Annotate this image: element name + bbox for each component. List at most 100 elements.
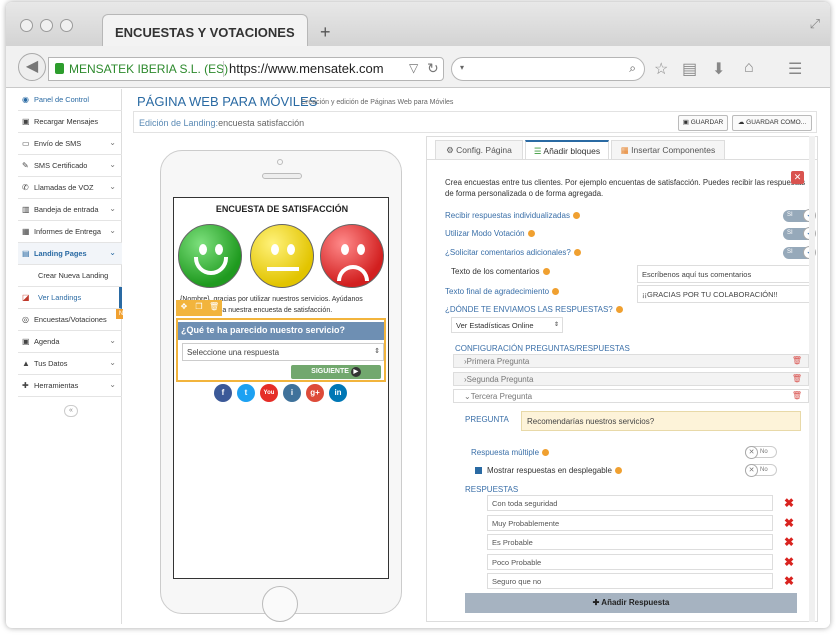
- save-button[interactable]: ▣ GUARDAR: [678, 115, 728, 131]
- collapse-sidebar-button[interactable]: «: [64, 405, 78, 417]
- sidebar-item-certificado[interactable]: ✎ SMS Certificado ⌄: [18, 155, 122, 177]
- sidebar-item-agenda[interactable]: ▣ Agenda ⌄: [18, 331, 122, 353]
- copy-icon[interactable]: ❐: [194, 302, 204, 313]
- help-icon[interactable]: [542, 268, 550, 276]
- close-window-button[interactable]: [20, 19, 33, 32]
- panel-scrollbar[interactable]: [809, 136, 815, 622]
- home-button-icon: [262, 586, 298, 622]
- tab-divider: [427, 159, 817, 160]
- new-tab-button[interactable]: +: [320, 22, 331, 43]
- sidebar-item-recargar[interactable]: ▣ Recargar Mensajes: [18, 111, 122, 133]
- dropdown-icon[interactable]: ▽: [409, 61, 418, 75]
- facebook-icon[interactable]: f: [214, 384, 232, 402]
- help-icon[interactable]: [572, 212, 580, 220]
- chevron-down-icon: ⌄: [109, 160, 116, 169]
- youtube-icon[interactable]: You: [260, 384, 278, 402]
- delete-answer-icon[interactable]: ✖: [784, 555, 794, 569]
- trash-icon[interactable]: 🗑: [792, 391, 802, 400]
- sidebar-item-herramientas[interactable]: ✚ Herramientas ⌄: [18, 375, 122, 397]
- option-vote-mode: Utilizar Modo Votación: [445, 229, 535, 238]
- dropdown-checkbox[interactable]: [475, 467, 482, 474]
- sidebar-item-voz[interactable]: ✆ Llamadas de VOZ ⌄: [18, 177, 122, 199]
- delete-answer-icon[interactable]: ✖: [784, 496, 794, 510]
- move-icon[interactable]: ✥: [179, 302, 189, 313]
- answer-input[interactable]: Con toda seguridad: [487, 495, 773, 511]
- answer-select[interactable]: Seleccione una respuesta ⇕: [182, 343, 384, 361]
- toggle-label: No: [760, 449, 768, 455]
- sidebar-item-panel[interactable]: ◉ Panel de Control: [18, 89, 122, 111]
- bookmark-star-icon[interactable]: ☆: [654, 59, 668, 79]
- back-button[interactable]: ◀: [18, 53, 46, 81]
- tab-insertar-componentes[interactable]: ▦ Insertar Componentes: [611, 140, 725, 159]
- comments-input[interactable]: Escríbenos aquí tus comentarios: [637, 265, 811, 283]
- delete-answer-icon[interactable]: ✖: [784, 574, 794, 588]
- accordion-question-2[interactable]: ›Segunda Pregunta 🗑: [453, 372, 809, 386]
- maximize-window-button[interactable]: [60, 19, 73, 32]
- mouth: [267, 267, 299, 271]
- multiple-toggle[interactable]: ✕ No: [745, 446, 777, 459]
- accordion-question-3[interactable]: ⌄Tercera Pregunta 🗑: [453, 389, 809, 403]
- thanks-input[interactable]: ¡¡GRACIAS POR TU COLABORACIÓN!!: [637, 285, 811, 303]
- sidebar-item-informes[interactable]: ▦ Informes de Entrega ⌄: [18, 221, 122, 243]
- help-icon[interactable]: [573, 249, 581, 257]
- help-icon[interactable]: [615, 306, 623, 314]
- reload-icon[interactable]: ↻: [427, 60, 439, 77]
- delete-answer-icon[interactable]: ✖: [784, 535, 794, 549]
- bookmarks-icon[interactable]: ▤: [682, 59, 697, 79]
- search-icon[interactable]: ⌕: [629, 61, 636, 76]
- neutral-face-icon[interactable]: [250, 224, 314, 288]
- trash-icon[interactable]: 🗑: [209, 302, 219, 313]
- download-icon[interactable]: ⬇: [712, 59, 725, 79]
- close-block-button[interactable]: ✕: [791, 171, 804, 184]
- sidebar-item-sms[interactable]: ▭ Envío de SMS ⌄: [18, 133, 122, 155]
- sidebar-item-landing[interactable]: ▤ Landing Pages ⌄: [18, 243, 122, 265]
- tab-anadir-bloques[interactable]: ☰ Añadir bloques: [525, 140, 609, 160]
- dropdown-toggle[interactable]: ✕ No: [745, 464, 777, 477]
- answer-input[interactable]: Es Probable: [487, 534, 773, 550]
- save-as-button[interactable]: ☁ GUARDAR COMO...: [732, 115, 812, 131]
- browser-tab[interactable]: ENCUESTAS Y VOTACIONES: [102, 14, 308, 46]
- sidebar-item-encuestas[interactable]: ◎ Encuestas/Votaciones: [18, 309, 122, 331]
- pregunta-input[interactable]: Recomendarías nuestros servicios?: [521, 411, 801, 431]
- answer-input[interactable]: Seguro que no: [487, 573, 773, 589]
- linkedin-icon[interactable]: in: [329, 384, 347, 402]
- accordion-question-1[interactable]: ›Primera Pregunta 🗑: [453, 354, 809, 368]
- menu-icon[interactable]: ☰: [788, 59, 802, 79]
- url-bar[interactable]: MENSATEK IBERIA S.L. (ES) https://www.me…: [48, 57, 444, 81]
- next-button[interactable]: SIGUIENTE ▶: [291, 365, 381, 379]
- tab-config-pagina[interactable]: ⚙ Config. Página: [435, 140, 523, 159]
- sidebar-item-bandeja[interactable]: ▥ Bandeja de entrada ⌄: [18, 199, 122, 221]
- trash-icon[interactable]: 🗑: [792, 374, 802, 383]
- twitter-icon[interactable]: t: [237, 384, 255, 402]
- happy-face-icon[interactable]: [178, 224, 242, 288]
- help-icon[interactable]: [552, 288, 560, 296]
- sidebar-item-label: Ver Landings: [38, 293, 82, 302]
- answer-input[interactable]: Poco Probable: [487, 554, 773, 570]
- phone-icon: ✆: [22, 183, 29, 192]
- instagram-icon[interactable]: i: [283, 384, 301, 402]
- send-select[interactable]: Ver Estadísticas Online ⇕: [451, 317, 563, 333]
- help-icon[interactable]: [614, 467, 622, 475]
- trash-icon[interactable]: 🗑: [792, 356, 802, 365]
- home-icon[interactable]: ⌂: [744, 59, 754, 77]
- search-input[interactable]: ▾ ⌕: [451, 57, 645, 81]
- minimize-window-button[interactable]: [40, 19, 53, 32]
- dropdown-label: Mostrar respuestas en desplegable: [487, 466, 622, 475]
- expand-icon[interactable]: ⤢: [810, 16, 820, 32]
- answer-input[interactable]: Muy Probablemente: [487, 515, 773, 531]
- delete-answer-icon[interactable]: ✖: [784, 516, 794, 530]
- eye: [215, 244, 223, 255]
- sidebar-item-ver-landings[interactable]: ◪ Ver Landings: [18, 287, 122, 309]
- sidebar-item-datos[interactable]: ▲ Tus Datos ⌄: [18, 353, 122, 375]
- google-plus-icon[interactable]: g+: [306, 384, 324, 402]
- sidebar-item-label: Tus Datos: [34, 359, 68, 368]
- help-icon[interactable]: [527, 230, 535, 238]
- sidebar-item-crear-landing[interactable]: Crear Nueva Landing: [18, 265, 122, 287]
- label-text: Texto final de agradecimiento: [445, 287, 550, 296]
- sad-face-icon[interactable]: [320, 224, 384, 288]
- help-icon[interactable]: [542, 449, 550, 457]
- survey-title[interactable]: ENCUESTA DE SATISFACCIÓN: [174, 204, 390, 214]
- question-block[interactable]: ¿Qué te ha parecido nuestro servicio? Se…: [176, 318, 386, 382]
- add-answer-button[interactable]: ✚ Añadir Respuesta: [465, 593, 797, 613]
- search-engine-icon[interactable]: ▾: [460, 63, 464, 72]
